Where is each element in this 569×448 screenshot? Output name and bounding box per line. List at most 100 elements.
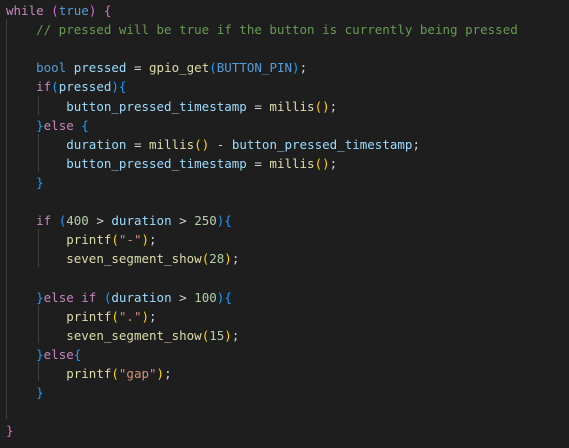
code-token: ) [292,60,300,76]
code-line[interactable]: printf("."); [6,307,156,326]
code-token: else [43,117,74,133]
code-token: = [126,60,150,76]
code-token: ; [231,251,240,267]
code-token: = [246,155,270,171]
code-token: "-" [118,232,142,248]
code-token: "gap" [118,365,157,381]
code-token: while [6,3,44,18]
code-token: ; [149,232,157,248]
code-line[interactable]: }else if (duration > 100){ [6,288,232,307]
code-token: { [118,79,127,95]
code-line[interactable]: if(pressed){ [6,77,126,96]
code-token: duration [111,213,172,229]
code-token: ( [51,79,59,95]
code-token: = [126,136,150,152]
code-line[interactable]: } [6,383,44,402]
code-token: ( [111,308,119,324]
code-line[interactable]: while (true) { [6,1,111,20]
code-token: ) [111,79,119,95]
code-token: { [224,289,232,305]
code-token: > [88,213,112,229]
code-token: ; [412,136,420,152]
code-token: else [43,346,74,362]
code-token: bool [36,60,67,76]
code-token: // pressed will be true if the button is… [6,22,518,38]
code-token: 250 [194,213,217,229]
code-token: ; [164,365,172,381]
code-token: () [314,155,330,171]
code-token: seven_segment_show [66,327,202,343]
code-token: ( [51,3,59,18]
code-token: > [171,289,195,305]
code-token: 28 [209,251,225,267]
code-token: () [194,136,210,152]
code-token: } [36,117,44,133]
code-token: button_pressed_timestamp [66,155,247,171]
code-token: if [36,79,52,95]
code-token: pressed [73,60,127,76]
code-token: button_pressed_timestamp [231,136,413,152]
code-line[interactable]: } [6,421,14,440]
code-token: ) [156,365,165,381]
code-token: () [314,98,330,114]
code-token: { [73,346,82,362]
code-token: button_pressed_timestamp [66,98,247,114]
code-line[interactable]: duration = millis() - button_pressed_tim… [6,135,420,154]
code-token: } [36,385,44,400]
code-token: pressed [58,79,112,95]
code-token: true [58,3,89,18]
code-line[interactable]: bool pressed = gpio_get(BUTTON_PIN); [6,58,307,77]
code-token: > [171,213,195,229]
code-editor[interactable]: while (true) { // pressed will be true i… [0,0,569,448]
code-token: millis [149,136,195,152]
code-line[interactable]: button_pressed_timestamp = millis(); [6,154,337,173]
code-token: ) [141,232,150,248]
code-line[interactable]: printf("gap"); [6,364,172,383]
code-token: 15 [209,327,225,343]
code-token: ( [209,60,217,76]
code-token: seven_segment_show [66,251,202,267]
code-token: ; [299,60,308,76]
code-token: { [224,213,232,229]
code-line[interactable]: }else{ [6,345,81,364]
code-token: } [36,346,44,362]
code-token: ( [111,232,119,248]
code-token: 400 [66,213,89,229]
code-token: ) [141,308,150,324]
code-line[interactable]: printf("-"); [6,230,157,249]
code-line[interactable]: // pressed will be true if the button is… [6,20,518,39]
code-token: millis [269,155,315,171]
code-token: else [43,289,74,305]
code-token: BUTTON_PIN [216,60,293,76]
code-token: duration [111,289,172,305]
code-token: gpio_get [149,60,210,76]
code-line[interactable]: }else { [6,116,89,135]
code-token: "." [118,308,142,324]
code-token: ) [224,327,232,343]
code-line[interactable]: button_pressed_timestamp = millis(); [6,97,337,116]
code-line[interactable]: seven_segment_show(28); [6,249,239,268]
code-token: if [36,213,52,229]
code-line[interactable]: seven_segment_show(15); [6,326,239,345]
code-token: printf [66,308,112,324]
code-line[interactable]: if (400 > duration > 250){ [6,211,232,230]
code-line[interactable]: } [6,173,44,192]
